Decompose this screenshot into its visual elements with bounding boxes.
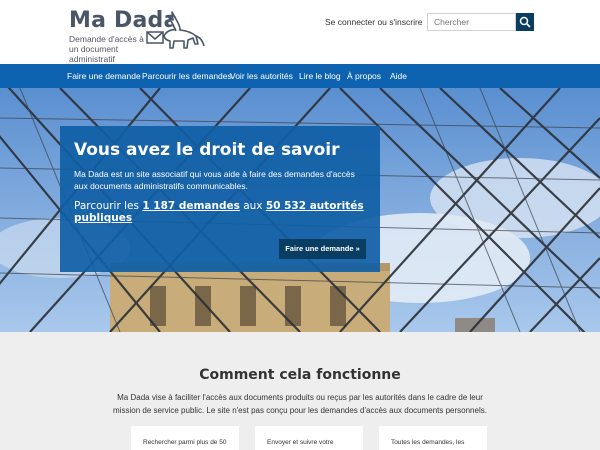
search-button[interactable] [516, 13, 534, 31]
nav-item-browse-requests[interactable]: Parcourir les demandes [142, 64, 232, 88]
section-title: Comment cela fonctionne [199, 367, 401, 383]
login-link[interactable]: Se connecter ou s'inscrire [325, 17, 423, 27]
nav-item-help[interactable]: Aide [390, 64, 407, 88]
search-icon [519, 16, 531, 28]
hero-description: Ma Dada est un site associatif qui vous … [74, 169, 355, 191]
hero-title: Vous avez le droit de savoir [74, 140, 340, 160]
feature-card-send: Envoyer et suivre votre [255, 426, 363, 450]
make-request-button[interactable]: Faire une demande » [279, 239, 366, 259]
requests-count-link[interactable]: 1 187 demandes [142, 200, 240, 212]
nav-item-blog[interactable]: Lire le blog [299, 64, 341, 88]
main-nav: Faire une demande Parcourir les demandes… [0, 64, 600, 88]
section-description: Ma Dada vise à faciliter l'accès aux doc… [113, 393, 487, 415]
hero-banner: Vous avez le droit de savoir Ma Dada est… [0, 88, 600, 332]
nav-item-make-request[interactable]: Faire une demande [67, 64, 141, 88]
nav-item-authorities[interactable]: Voir les autorités [230, 64, 293, 88]
donkey-logo-icon [146, 11, 205, 49]
feature-card-requests: Toutes les demandes, les [379, 426, 487, 450]
nav-item-about[interactable]: À propos [347, 64, 381, 88]
stats-middle: aux [239, 200, 266, 212]
logo-tagline: Demande d'accès à un document administra… [69, 34, 144, 64]
hero-callout: Vous avez le droit de savoir Ma Dada est… [60, 126, 380, 272]
hero-stats: Parcourir les 1 187 demandes aux 50 532 … [74, 200, 364, 224]
feature-card-search: Rechercher parmi plus de 50 [131, 426, 239, 450]
how-it-works-section: Comment cela fonctionne Ma Dada vise à f… [0, 332, 600, 450]
stats-prefix: Parcourir les [74, 200, 143, 212]
site-header: Ma Dada Demande d'accès à un document ad… [0, 0, 600, 64]
search-input[interactable] [427, 13, 516, 31]
